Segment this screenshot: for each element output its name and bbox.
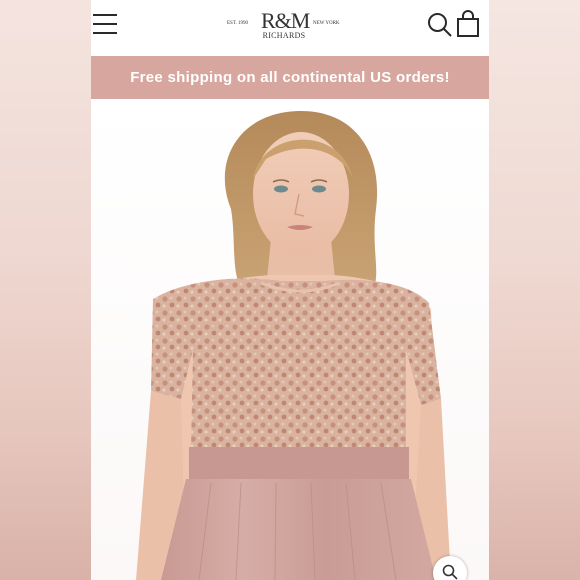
- search-icon[interactable]: [427, 12, 453, 38]
- promo-banner-text: Free shipping on all continental US orde…: [130, 69, 450, 86]
- product-photo[interactable]: [91, 99, 489, 580]
- promo-banner[interactable]: Free shipping on all continental US orde…: [91, 56, 489, 99]
- hamburger-menu-icon[interactable]: [93, 14, 117, 36]
- logo-location-text: NEW YORK: [313, 21, 340, 26]
- logo-name: RICHARDS: [262, 31, 306, 40]
- mobile-page: EST. 1990 R&M NEW YORK RICHARDS Free shi…: [91, 0, 489, 580]
- logo-est-text: EST. 1990: [227, 21, 249, 26]
- brand-logo[interactable]: EST. 1990 R&M NEW YORK RICHARDS: [227, 8, 342, 44]
- background-blur-left: [0, 0, 91, 580]
- background-blur-right: [489, 0, 580, 580]
- site-header: EST. 1990 R&M NEW YORK RICHARDS: [91, 0, 489, 56]
- shopping-bag-icon[interactable]: [456, 10, 480, 38]
